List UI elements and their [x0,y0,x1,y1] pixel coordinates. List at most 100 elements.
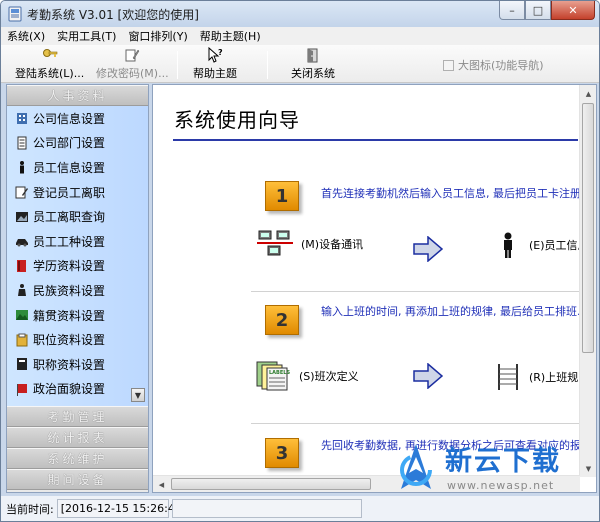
person-icon [18,284,26,297]
work-rule-label: (R)上班规 [529,371,579,384]
large-icon-checkbox[interactable]: 大图标(功能导航) [443,57,544,73]
close-system-label: 关闭系统 [291,67,335,80]
section-attendance[interactable]: 考勤管理 [7,406,148,427]
arrow-right-icon [413,236,443,262]
sidebar-item-ethnicity[interactable]: 民族资料设置 [7,278,148,303]
section-divider [251,291,581,292]
network-devices-icon [257,230,293,256]
vertical-scrollbar[interactable]: ▲ ▼ [579,85,596,477]
svg-text:?: ? [218,48,223,57]
employee-info-button[interactable]: (E)员工信息 [493,231,589,259]
help-button[interactable]: ? 帮助主题 [193,47,237,81]
menu-window[interactable]: 窗口排列(Y) [122,28,193,44]
step-description: 输入上班的时间, 再添加上班的规律, 最后给员工排班. [321,305,581,318]
folder-icon [16,333,28,347]
document-icon [17,358,27,371]
sidebar-item-label: 职位资料设置 [33,333,106,348]
document-icon [17,136,27,150]
change-password-button[interactable]: 修改密码(M)... [96,47,169,81]
watermark-url: www.newasp.net [447,479,555,492]
app-icon [8,6,22,22]
device-communication-button[interactable]: (M)设备通讯 [255,229,363,259]
key-icon [42,49,57,57]
step-number: 3 [265,438,299,468]
sidebar-scroll-down[interactable]: ▼ [131,388,145,402]
svg-text:LABELS: LABELS [269,370,290,376]
login-label: 登陆系统(L)... [15,67,85,80]
sidebar-item-title[interactable]: 职称资料设置 [7,352,148,377]
window-controls: – □ ✕ [499,1,595,20]
personnel-item-list: 公司信息设置 公司部门设置 员工信息设置 登记员工离职 员工离职查询 员工工种设… [7,106,148,406]
help-cursor-icon: ? [208,47,223,63]
title-bar[interactable]: 考勤系统 V3.01 [欢迎您的使用] – □ ✕ [1,1,599,27]
sidebar-item-employee-info[interactable]: 员工信息设置 [7,155,148,180]
scroll-left-button[interactable]: ◀ [153,476,170,492]
menu-help[interactable]: 帮助主题(H) [194,28,267,44]
scroll-up-button[interactable]: ▲ [580,85,596,102]
device-communication-label: (M)设备通讯 [301,238,364,251]
exit-door-icon [307,48,318,63]
sidebar-item-position[interactable]: 职位资料设置 [7,327,148,352]
status-bar: 当前时间: [2016-12-15 15:26:42] [1,496,599,521]
sidebar-item-label: 公司部门设置 [33,136,106,151]
labels-stack-icon: LABELS [256,361,290,391]
sidebar-item-resignation-query[interactable]: 员工离职查询 [7,204,148,229]
shift-definition-label: (S)班次定义 [299,370,359,383]
section-personnel[interactable]: 人事资料 [7,85,148,106]
book-icon [17,259,26,272]
sidebar-item-label: 登记员工离职 [33,185,106,200]
checkbox-box [443,59,454,71]
time-label: 当前时间: [6,502,54,516]
person-icon [504,232,512,258]
section-divider [251,423,581,424]
landscape-icon [16,310,28,321]
sidebar-item-label: 员工信息设置 [33,160,106,175]
car-icon [16,239,28,247]
person-icon [20,161,24,174]
pencil-icon [125,49,140,62]
app-window: 考勤系统 V3.01 [欢迎您的使用] – □ ✕ 系统(X) 实用工具(T) … [0,0,600,522]
help-label: 帮助主题 [193,67,237,80]
step-description: 首先连接考勤机然后输入员工信息, 最后把员工卡注册到 [321,187,592,200]
section-reports[interactable]: 统计报表 [7,427,148,448]
sidebar-item-native-place[interactable]: 籍贯资料设置 [7,303,148,328]
window-title: 考勤系统 V3.01 [欢迎您的使用] [27,8,199,22]
sidebar-item-political[interactable]: 政治面貌设置 [7,377,148,402]
step-number: 1 [265,181,299,211]
sidebar-item-label: 员工工种设置 [33,234,106,249]
watermark-brand: 新云下载 [445,446,561,477]
toolbar-separator [177,51,178,79]
menu-tools[interactable]: 实用工具(T) [51,28,122,44]
sidebar-item-label: 政治面貌设置 [33,382,106,397]
ladder-icon [498,364,518,390]
sidebar-item-label: 员工离职查询 [33,210,106,225]
horizontal-scroll-thumb[interactable] [171,478,371,490]
guide-panel: 系统使用向导 1 首先连接考勤机然后输入员工信息, 最后把员工卡注册到 (M)设… [152,84,597,493]
large-icon-label: 大图标(功能导航) [458,59,544,72]
sidebar-item-education[interactable]: 学历资料设置 [7,254,148,279]
title-underline [173,139,578,141]
sidebar-item-job-type[interactable]: 员工工种设置 [7,229,148,254]
minimize-button[interactable]: – [499,1,525,20]
close-button[interactable]: ✕ [551,1,595,20]
maximize-button[interactable]: □ [525,1,551,20]
menu-system[interactable]: 系统(X) [1,28,51,44]
vertical-scroll-thumb[interactable] [582,103,594,353]
navigation-sidebar: 人事资料 公司信息设置 公司部门设置 员工信息设置 登记员工离职 员工离职查询 [6,84,149,493]
toolbar: 登陆系统(L)... 修改密码(M)... ? 帮助主题 关闭系统 大图标(功能… [1,45,599,83]
shift-definition-button[interactable]: LABELS (S)班次定义 [255,360,359,392]
section-maintenance[interactable]: 系统维护 [7,448,148,469]
sidebar-item-register-resignation[interactable]: 登记员工离职 [7,180,148,205]
status-cell-empty [171,499,362,518]
change-password-label: 修改密码(M)... [96,67,169,80]
picture-icon [16,211,28,222]
work-rule-button[interactable]: (R)上班规 [493,362,578,392]
sidebar-item-label: 民族资料设置 [33,283,106,298]
sidebar-item-company-department[interactable]: 公司部门设置 [7,131,148,156]
close-system-button[interactable]: 关闭系统 [291,47,335,81]
login-button[interactable]: 登陆系统(L)... [15,47,84,81]
sidebar-item-label: 学历资料设置 [33,259,106,274]
sidebar-item-company-info[interactable]: 公司信息设置 [7,106,148,131]
section-devices[interactable]: 期间设备 [7,469,148,490]
toolbar-separator [267,51,268,79]
